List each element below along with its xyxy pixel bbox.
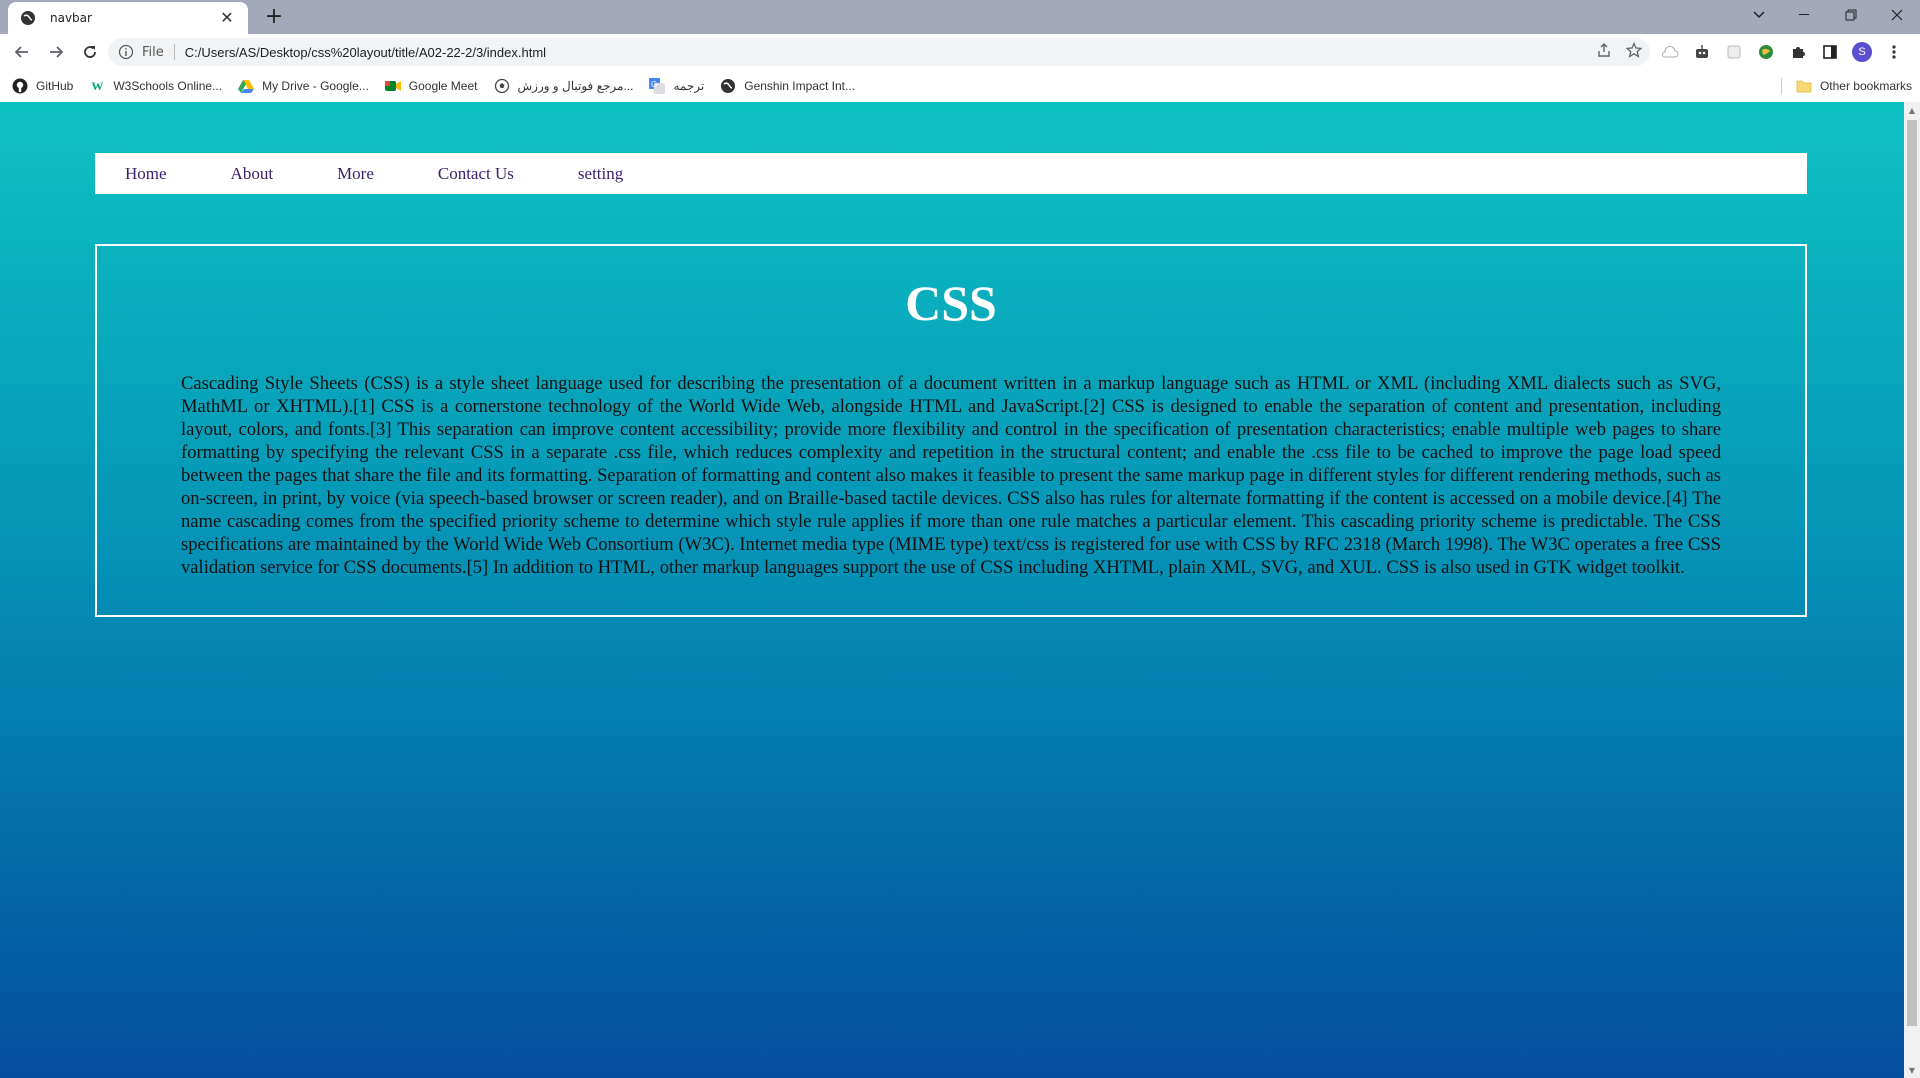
- url-text[interactable]: C:/Users/AS/Desktop/css%20layout/title/A…: [185, 45, 546, 60]
- page-title: CSS: [905, 275, 997, 331]
- side-panel-icon[interactable]: [1820, 42, 1840, 62]
- bookmark-genshin[interactable]: Genshin Impact Int...: [720, 78, 855, 94]
- puzzle-extensions-icon[interactable]: [1788, 42, 1808, 62]
- browser-toolbar: File C:/Users/AS/Desktop/css%20layout/ti…: [0, 34, 1920, 70]
- close-window-button[interactable]: [1874, 0, 1920, 30]
- extensions-area: S: [1660, 38, 1904, 66]
- page-viewport: Home About More Contact Us setting CSS C…: [0, 102, 1904, 1078]
- translate-icon: G: [649, 78, 666, 94]
- google-drive-icon: [238, 78, 255, 94]
- reload-icon[interactable]: [74, 36, 106, 68]
- square-extension-icon[interactable]: [1724, 42, 1744, 62]
- close-tab-icon[interactable]: ✕: [218, 10, 236, 26]
- nav-link-contact-us[interactable]: Contact Us: [438, 164, 514, 184]
- nav-link-about[interactable]: About: [231, 164, 274, 184]
- w3schools-icon: W: [91, 78, 104, 93]
- url-scheme: File: [142, 44, 164, 60]
- github-icon: [12, 78, 28, 94]
- scroll-up-arrow-icon[interactable]: ▲: [1904, 102, 1920, 118]
- bookmark-google-meet[interactable]: Google Meet: [384, 78, 478, 94]
- nav-link-setting[interactable]: setting: [578, 164, 623, 184]
- bookmark-label: ترجمه: [673, 79, 705, 93]
- bookmarks-divider: [1781, 78, 1782, 94]
- bookmark-label: Google Meet: [408, 79, 478, 93]
- globe-icon: [720, 78, 736, 94]
- nav-link-more[interactable]: More: [337, 164, 374, 184]
- bookmark-label: Genshin Impact Int...: [744, 79, 855, 93]
- new-tab-button[interactable]: +: [260, 5, 288, 29]
- omnibox-divider: [173, 44, 175, 60]
- restore-button[interactable]: [1828, 0, 1874, 30]
- other-bookmarks[interactable]: Other bookmarks: [1796, 70, 1912, 102]
- bookmark-label: GitHub: [36, 79, 74, 93]
- profile-avatar[interactable]: S: [1852, 42, 1872, 62]
- tab-strip: navbar ✕ +: [0, 0, 1920, 34]
- bookmark-label: My Drive - Google...: [262, 79, 369, 93]
- bookmark-football[interactable]: مرجع فوتبال و ورزش...: [494, 78, 634, 94]
- bookmark-w3schools[interactable]: W W3Schools Online...: [89, 78, 222, 94]
- content-paragraph: Cascading Style Sheets (CSS) is a style …: [181, 373, 1721, 578]
- svg-text:G: G: [651, 80, 657, 89]
- football-icon: [494, 78, 510, 94]
- google-meet-icon: [384, 78, 401, 94]
- address-bar[interactable]: File C:/Users/AS/Desktop/css%20layout/ti…: [108, 38, 1650, 66]
- robot-extension-icon[interactable]: [1692, 42, 1712, 62]
- bookmark-google-drive[interactable]: My Drive - Google...: [238, 78, 369, 94]
- info-icon[interactable]: [118, 44, 134, 60]
- globe-icon: [20, 10, 36, 26]
- scroll-down-arrow-icon[interactable]: ▼: [1904, 1062, 1920, 1078]
- back-arrow-icon[interactable]: [6, 36, 38, 68]
- other-bookmarks-label: Other bookmarks: [1819, 79, 1912, 93]
- window-controls: [1736, 0, 1920, 30]
- bookmark-star-icon[interactable]: [1625, 41, 1643, 62]
- cloud-extension-icon[interactable]: [1660, 42, 1680, 62]
- scrollbar-thumb[interactable]: [1907, 120, 1917, 1026]
- share-icon[interactable]: [1596, 42, 1612, 62]
- site-navbar: Home About More Contact Us setting: [95, 153, 1807, 194]
- bookmark-label: مرجع فوتبال و ورزش...: [517, 79, 634, 93]
- bookmark-translate[interactable]: G ترجمه: [649, 78, 704, 94]
- tab-search-icon[interactable]: [1736, 0, 1782, 30]
- nav-link-home[interactable]: Home: [125, 164, 167, 184]
- bookmark-label: W3Schools Online...: [113, 79, 223, 93]
- tab-title: navbar: [50, 11, 92, 25]
- folder-icon: [1796, 79, 1812, 93]
- bookmark-github[interactable]: GitHub: [12, 78, 73, 94]
- omnibox-actions: [1596, 41, 1643, 62]
- bookmarks-bar: GitHub W W3Schools Online... My Drive - …: [0, 70, 1920, 102]
- earth-extension-icon[interactable]: [1756, 42, 1776, 62]
- menu-kebab-icon[interactable]: [1884, 42, 1904, 62]
- browser-tab[interactable]: navbar ✕: [8, 2, 248, 34]
- page-scrollbar[interactable]: ▲ ▼: [1904, 102, 1920, 1078]
- minimize-button[interactable]: [1782, 0, 1828, 30]
- content-box: CSS Cascading Style Sheets (CSS) is a st…: [95, 244, 1807, 617]
- forward-arrow-icon[interactable]: [40, 36, 72, 68]
